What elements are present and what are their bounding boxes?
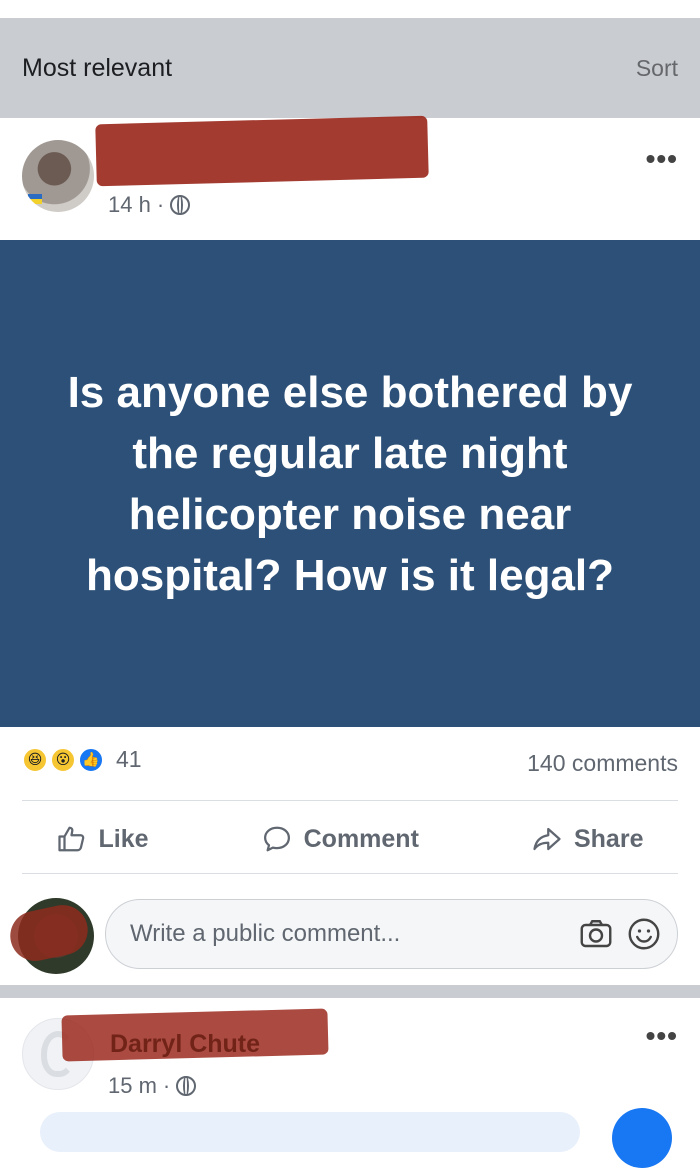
post-text-banner: Is anyone else bothered by the regular l… (0, 240, 700, 727)
author-avatar[interactable] (22, 140, 94, 212)
post-actions: Like Comment Share (0, 805, 700, 873)
next-content-bubble (40, 1112, 580, 1152)
globe-icon (170, 195, 191, 215)
section-divider (0, 985, 700, 998)
comment-input[interactable] (128, 919, 567, 949)
comment-button[interactable]: Comment (262, 824, 419, 854)
comments-count[interactable]: 140 comments (527, 750, 678, 777)
camera-icon[interactable] (577, 915, 615, 953)
redaction-mark (95, 115, 429, 187)
post-banner-text: Is anyone else bothered by the regular l… (67, 367, 633, 600)
like-button[interactable]: Like (57, 824, 149, 854)
top-strip (0, 0, 700, 18)
most-relevant-label: Most relevant (22, 53, 173, 82)
reaction-count: 41 (116, 746, 142, 772)
thumbs-up-icon (57, 826, 84, 852)
comment-composer[interactable] (105, 899, 678, 969)
post-meta: 14 h · (108, 192, 191, 218)
like-label: Like (98, 824, 149, 853)
comment-time[interactable]: 15 m (108, 1073, 157, 1099)
share-label: Share (573, 824, 644, 853)
divider (22, 873, 678, 874)
globe-icon (176, 1076, 197, 1096)
comment-meta: 15 m · (108, 1073, 197, 1099)
comment-more-button[interactable]: ••• (646, 1020, 678, 1052)
post-time[interactable]: 14 h (108, 192, 151, 218)
like-icon: 👍 (78, 746, 104, 773)
share-button[interactable]: Share (532, 824, 643, 854)
emoji-icon[interactable] (625, 915, 663, 953)
haha-icon: 😆 (22, 746, 48, 773)
comment-label: Comment (303, 824, 419, 853)
reactions-summary[interactable]: 😆 😮 👍 41 (22, 746, 142, 773)
separator: · (162, 1073, 171, 1098)
flag-icon (28, 194, 42, 204)
commenter-name[interactable]: Darryl Chute (110, 1030, 260, 1059)
separator: · (156, 192, 165, 217)
share-icon (533, 827, 561, 851)
post-more-button[interactable]: ••• (646, 143, 678, 175)
floating-action-button[interactable] (612, 1108, 672, 1168)
sort-button[interactable]: Sort (636, 55, 678, 82)
divider (22, 800, 678, 801)
comments-sort-bar: Most relevant Sort (0, 18, 700, 118)
comment-icon (263, 826, 290, 852)
wow-icon: 😮 (50, 746, 76, 773)
